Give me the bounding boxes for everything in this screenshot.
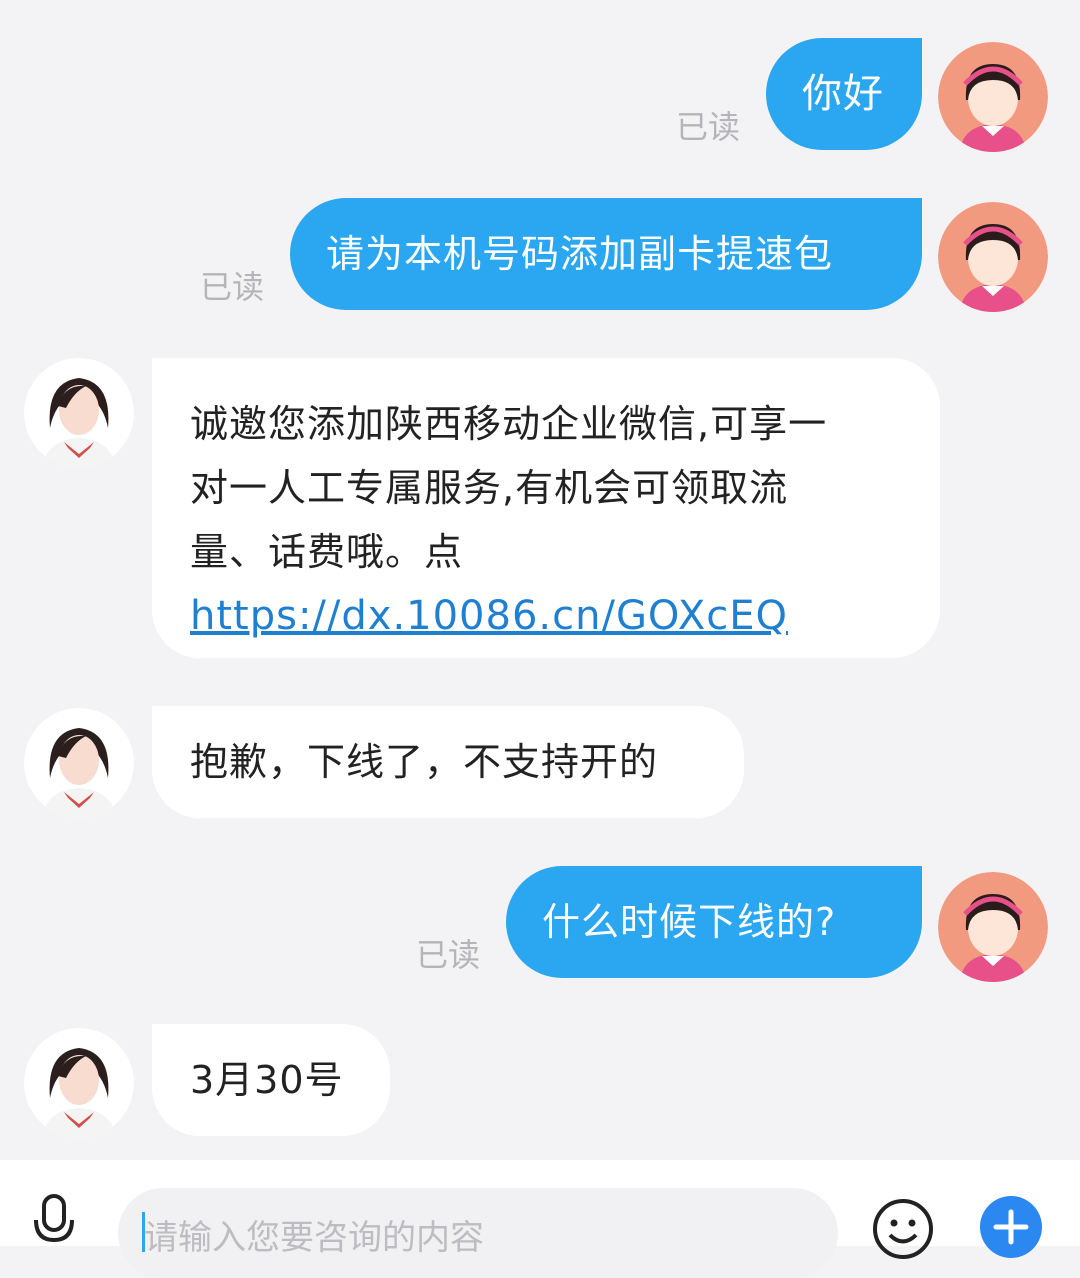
user-avatar-icon [938, 42, 1048, 152]
user-avatar[interactable] [938, 42, 1048, 152]
agent-avatar[interactable] [24, 708, 134, 818]
user-avatar[interactable] [938, 872, 1048, 982]
read-status: 已读 [676, 108, 741, 146]
message-incoming: 3月30号 [0, 1010, 1080, 1150]
message-text-line: 对一人工专属服务,有机会可领取流 [190, 466, 789, 510]
message-text-line: 量、话费哦。点 [190, 530, 464, 574]
read-status: 已读 [200, 268, 265, 306]
message-outgoing: 已读 你好 [0, 0, 1080, 170]
input-placeholder: 请输入您要咨询的内容 [144, 1218, 484, 1258]
message-bubble[interactable]: 3月30号 [152, 1024, 390, 1136]
emoji-icon[interactable] [872, 1198, 934, 1260]
message-outgoing: 已读 请为本机号码添加副卡提速包 [0, 170, 1080, 340]
message-outgoing: 已读 什么时候下线的? [0, 850, 1080, 1010]
message-bubble[interactable]: 抱歉，下线了，不支持开的 [152, 706, 744, 818]
user-avatar-icon [938, 202, 1048, 312]
input-bar: 请输入您要咨询的内容 [0, 1160, 1080, 1278]
message-link[interactable]: https://dx.10086.cn/GOXcEQ [190, 584, 910, 648]
agent-avatar-icon [24, 1028, 134, 1138]
plus-icon[interactable] [980, 1196, 1042, 1258]
agent-avatar[interactable] [24, 358, 134, 468]
read-status: 已读 [416, 936, 481, 974]
message-bubble[interactable]: 诚邀您添加陕西移动企业微信,可享一 对一人工专属服务,有机会可领取流 量、话费哦… [152, 358, 940, 658]
message-text-line: 诚邀您添加陕西移动企业微信,可享一 [190, 402, 828, 446]
agent-avatar[interactable] [24, 1028, 134, 1138]
message-incoming: 抱歉，下线了，不支持开的 [0, 690, 1080, 840]
agent-avatar-icon [24, 708, 134, 818]
message-bubble[interactable]: 什么时候下线的? [506, 866, 922, 978]
message-bubble[interactable]: 请为本机号码添加副卡提速包 [290, 198, 922, 310]
agent-avatar-icon [24, 358, 134, 468]
user-avatar[interactable] [938, 202, 1048, 312]
user-avatar-icon [938, 872, 1048, 982]
microphone-icon[interactable] [26, 1190, 82, 1246]
message-bubble[interactable]: 你好 [766, 38, 922, 150]
message-incoming: 诚邀您添加陕西移动企业微信,可享一 对一人工专属服务,有机会可领取流 量、话费哦… [0, 340, 1080, 680]
message-input[interactable]: 请输入您要咨询的内容 [118, 1188, 838, 1278]
